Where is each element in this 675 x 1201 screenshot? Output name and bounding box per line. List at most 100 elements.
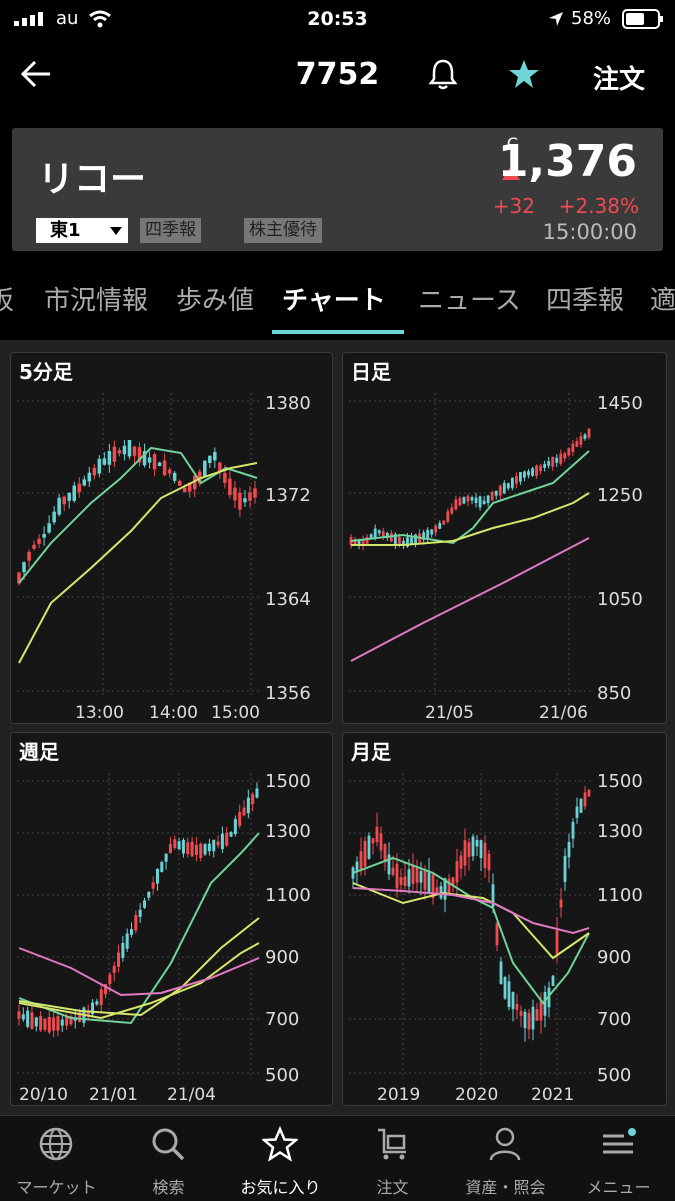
moving-average-line (350, 537, 590, 662)
candle (34, 1017, 38, 1027)
candle (359, 851, 363, 870)
nav-bar: 7752 注文 (0, 45, 675, 105)
bottom-tab-label: 資産・照会 (465, 1178, 546, 1197)
status-bar: au 20:53 58% (0, 0, 675, 40)
bottom-tab-menu[interactable]: メニュー (562, 1116, 675, 1201)
candle (242, 807, 246, 816)
candle (151, 882, 155, 889)
candle (168, 843, 172, 853)
candle (39, 1016, 43, 1031)
y-tick: 850 (597, 683, 632, 704)
candle (446, 511, 450, 522)
x-tick: 2019 (377, 1085, 421, 1105)
bottom-tab-market[interactable]: マーケット (0, 1116, 113, 1201)
candle (160, 862, 164, 872)
candle (495, 923, 499, 946)
quote-card: リコー C 1,376 +32 +2.38% 15:00:00 東1 四季報 株… (12, 128, 663, 251)
chart-title: 5分足 (19, 360, 73, 384)
candle (551, 456, 555, 467)
candle (458, 498, 462, 506)
market-select[interactable]: 東1 (36, 218, 128, 243)
candle (587, 428, 591, 438)
candle (507, 981, 511, 1008)
candle (27, 551, 31, 561)
tab-more[interactable]: 適 (650, 280, 675, 317)
y-tick: 1500 (597, 771, 643, 792)
y-tick: 500 (265, 1065, 300, 1086)
bottom-tab-label: マーケット (16, 1178, 97, 1197)
tab-news[interactable]: ニュース (418, 280, 521, 317)
chevron-down-icon (110, 227, 122, 235)
bottom-tab-favorites[interactable]: お気に入り (224, 1116, 337, 1201)
tab-market-info[interactable]: 市況情報 (44, 280, 148, 317)
bottom-tab-search[interactable]: 検索 (112, 1116, 225, 1201)
favorite-star-icon[interactable] (508, 58, 540, 90)
candle (519, 472, 522, 482)
candle (223, 472, 227, 483)
candle (474, 497, 478, 503)
candle (434, 525, 438, 533)
candle (121, 942, 125, 958)
tab-board[interactable]: 板 (0, 280, 14, 317)
candle (167, 469, 172, 474)
candle (427, 872, 431, 893)
candle (213, 452, 217, 461)
globe-icon (39, 1127, 73, 1161)
bottom-tab-assets[interactable]: 資産・照会 (449, 1116, 562, 1201)
y-tick: 900 (597, 947, 632, 968)
candle (194, 844, 198, 856)
candle (56, 1016, 60, 1031)
candle (563, 453, 567, 459)
x-tick: 21/05 (425, 703, 474, 723)
candle (499, 961, 503, 985)
candle (579, 436, 583, 445)
candle (57, 497, 61, 515)
chart-title: 週足 (19, 740, 59, 764)
candle (243, 498, 247, 503)
candle (527, 471, 530, 476)
y-tick: 1372 (265, 485, 311, 506)
candle (410, 537, 413, 545)
battery-icon (622, 9, 663, 29)
bottom-tab-order[interactable]: 注文 (336, 1116, 449, 1201)
tab-shikiho[interactable]: 四季報 (546, 280, 624, 317)
candle (571, 821, 575, 839)
candle (514, 476, 518, 484)
cart-icon (378, 1128, 406, 1160)
location-icon (549, 12, 563, 26)
candle (539, 465, 543, 472)
chart-weekly[interactable]: 週足 1500 1300 1100 900 700 500 20/10 21/0… (10, 732, 333, 1106)
order-button[interactable]: 注文 (593, 59, 645, 96)
candle (531, 1006, 535, 1030)
shikiho-badge[interactable]: 四季報 (140, 218, 201, 243)
candle (479, 840, 483, 858)
chart-5min[interactable]: 5分足 1380 1372 1364 1356 13:00 14:00 15:0… (10, 352, 333, 724)
candle (52, 511, 56, 523)
chart-monthly[interactable]: 月足 1500 1300 1100 900 700 500 2019 2020 … (342, 732, 667, 1106)
candle (172, 472, 177, 481)
candle (225, 832, 229, 846)
candle (47, 1016, 51, 1033)
candle (587, 789, 591, 797)
bell-icon[interactable] (428, 57, 458, 91)
quote-time: 15:00:00 (542, 220, 637, 244)
yutai-badge[interactable]: 株主優待 (244, 218, 322, 243)
tab-chart[interactable]: チャート (282, 280, 386, 317)
candle (511, 992, 515, 1010)
candle (527, 1013, 531, 1030)
chart-daily[interactable]: 日足 1450 1250 1050 850 21/05 21/06 (342, 352, 667, 724)
x-tick: 15:00 (211, 703, 260, 723)
candle (519, 1011, 523, 1016)
candle (117, 952, 121, 967)
x-tick: 2021 (531, 1085, 575, 1105)
candle (95, 1001, 99, 1005)
candle (182, 487, 187, 492)
y-tick: 700 (265, 1009, 300, 1030)
tab-tick[interactable]: 歩み値 (176, 280, 254, 317)
candle (157, 462, 162, 467)
candle (510, 477, 514, 489)
moving-average-line (352, 887, 590, 935)
candle (459, 855, 463, 869)
candle (77, 483, 82, 493)
candle (535, 1009, 539, 1021)
